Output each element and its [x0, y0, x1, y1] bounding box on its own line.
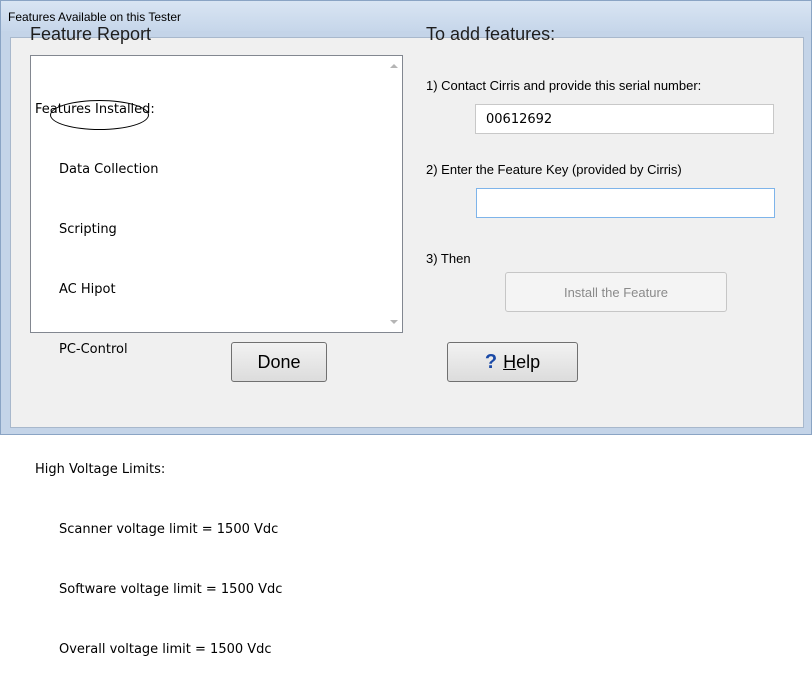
step2-label: 2) Enter the Feature Key (provided by Ci… [426, 162, 682, 177]
step1-label: 1) Contact Cirris and provide this seria… [426, 78, 702, 93]
serial-number-value: 00612692 [486, 112, 553, 127]
help-question-icon: ? [484, 350, 498, 373]
window-title: Features Available on this Tester [8, 10, 181, 24]
report-line: High Voltage Limits: [35, 462, 166, 477]
done-button[interactable]: Done [231, 342, 327, 382]
report-line: Data Collection [59, 162, 159, 177]
feature-report-heading: Feature Report [30, 24, 152, 44]
features-dialog: Features Available on this Tester Featur… [0, 0, 812, 657]
report-line: Scripting [59, 222, 117, 237]
help-label-rest: elp [516, 351, 541, 372]
report-line: Software voltage limit = 1500 Vdc [59, 582, 283, 597]
report-line [35, 400, 282, 420]
feature-key-input[interactable] [476, 188, 775, 218]
report-scrollbar[interactable] [385, 56, 402, 332]
report-line: Overall voltage limit = 1500 Vdc [59, 642, 272, 657]
scroll-up-arrow-icon[interactable] [390, 64, 398, 68]
report-line: Scanner voltage limit = 1500 Vdc [59, 522, 279, 537]
install-feature-button[interactable]: Install the Feature [505, 272, 727, 312]
scripting-highlight-circle [50, 100, 149, 130]
step3-label: 3) Then [426, 251, 471, 266]
scroll-down-arrow-icon[interactable] [390, 320, 398, 324]
serial-number-field: 00612692 [475, 104, 774, 134]
report-line: AC Hipot [59, 282, 116, 297]
help-button[interactable]: ? Help [447, 342, 578, 382]
help-accelerator-letter: H [503, 351, 517, 372]
feature-report-box[interactable]: Features Installed: Data Collection Scri… [30, 55, 403, 657]
add-features-heading: To add features: [426, 24, 556, 44]
